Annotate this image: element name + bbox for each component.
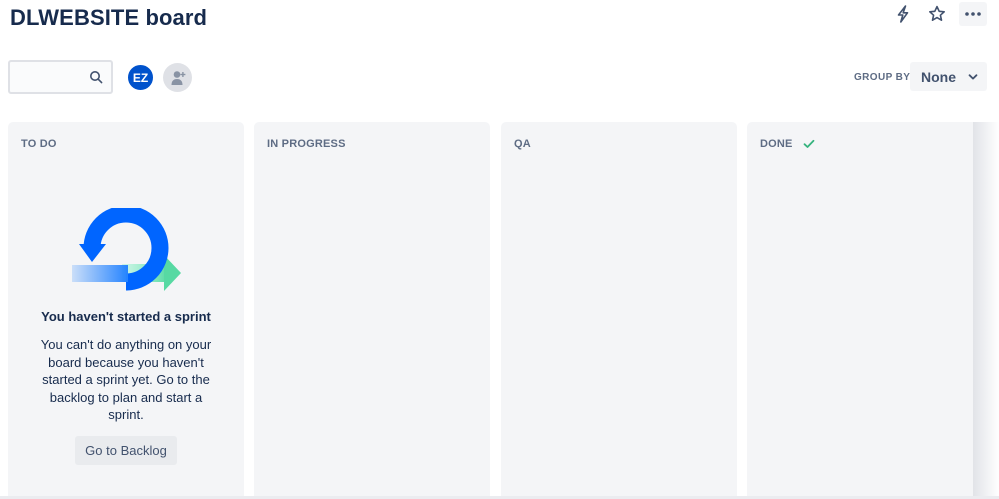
column-header: TO DO xyxy=(21,138,57,150)
group-by-label: GROUP BY xyxy=(854,72,911,83)
page-title: DLWEBSITE board xyxy=(10,5,208,30)
column-header: IN PROGRESS xyxy=(267,138,346,150)
column-title: TO DO xyxy=(21,138,57,150)
lightning-icon xyxy=(897,5,909,23)
column-in-progress: IN PROGRESS xyxy=(254,122,490,499)
column-qa: QA xyxy=(501,122,737,499)
more-actions-button[interactable] xyxy=(959,2,987,26)
board-scroll-shadow xyxy=(973,122,999,499)
column-todo: TO DO You haven't started a sprint You c… xyxy=(8,122,244,499)
add-person-icon xyxy=(171,70,185,85)
empty-state-title: You haven't started a sprint xyxy=(41,309,211,324)
chevron-down-icon xyxy=(968,73,978,79)
column-done: DONE xyxy=(747,122,973,499)
top-actions xyxy=(891,2,987,26)
avatar[interactable]: EZ xyxy=(126,63,155,92)
search-box[interactable] xyxy=(8,60,113,94)
go-to-backlog-button[interactable]: Go to Backlog xyxy=(75,436,177,465)
sprint-illustration-icon xyxy=(72,208,181,291)
empty-state-body: You can't do anything on your board beca… xyxy=(40,337,212,422)
more-icon xyxy=(965,12,981,16)
column-header: QA xyxy=(514,138,531,150)
search-input[interactable] xyxy=(10,62,88,92)
group-by-select[interactable]: None xyxy=(910,62,987,91)
checkmark-icon xyxy=(803,139,814,148)
search-icon xyxy=(90,71,103,84)
board-page: DLWEBSITE board EZ GROUP BY None TO DO Y… xyxy=(0,0,999,499)
column-title: IN PROGRESS xyxy=(267,138,346,150)
automation-button[interactable] xyxy=(891,2,915,26)
column-title: DONE xyxy=(760,138,793,150)
column-title: QA xyxy=(514,138,531,150)
star-icon xyxy=(929,5,945,21)
group-by-value: None xyxy=(921,68,956,85)
add-people-button[interactable] xyxy=(163,63,192,92)
star-button[interactable] xyxy=(925,2,949,26)
column-header: DONE xyxy=(760,138,815,150)
